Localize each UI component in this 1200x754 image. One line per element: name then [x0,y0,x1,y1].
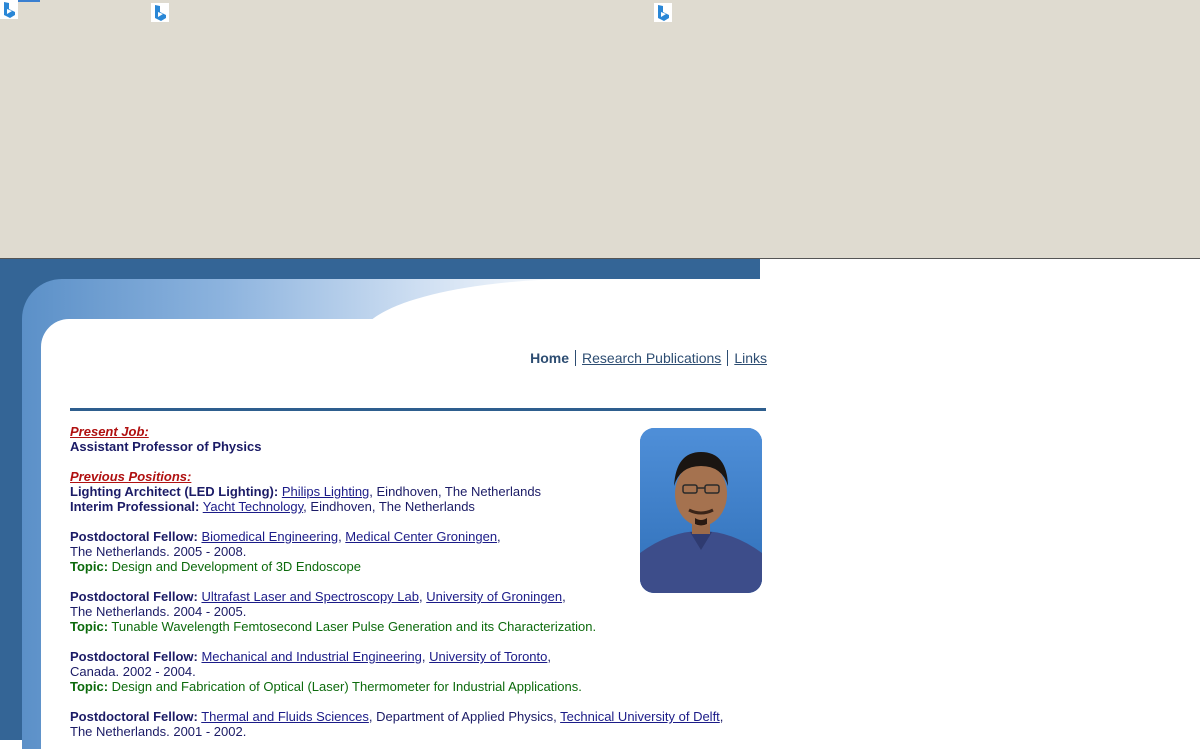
bing-icon[interactable] [151,3,169,22]
topic-text: Tunable Wavelength Femtosecond Laser Pul… [111,619,597,634]
lighting-location: , Eindhoven, The Netherlands [369,484,542,499]
nav-divider [727,350,729,366]
postdoc-location-dates: The Netherlands. 2001 - 2002. [70,724,247,739]
postdoc-comma: , [547,649,552,664]
postdoc-entry: Postdoctoral Fellow: Mechanical and Indu… [70,649,630,694]
cv-content: Present Job: Assistant Professor of Phys… [70,424,723,754]
bing-icon[interactable] [0,0,18,19]
yacht-technology-link[interactable]: Yacht Technology [203,499,303,514]
present-job-title: Assistant Professor of Physics [70,439,262,454]
postdoc-comma: , [562,589,566,604]
header-rule [70,408,766,411]
previous-positions: Previous Positions: Lighting Architect (… [70,469,630,514]
postdoc-entry: Postdoctoral Fellow: Biomedical Engineer… [70,529,630,574]
postdoc-dept-link[interactable]: Biomedical Engineering [201,529,338,544]
top-frame [0,0,1200,259]
postdoc-entry: Postdoctoral Fellow: Thermal and Fluids … [70,709,750,739]
postdoc-dept-link[interactable]: Thermal and Fluids Sciences [201,709,369,724]
postdoc-location-dates: Canada. 2002 - 2004. [70,664,196,679]
present-job-heading: Present Job: [70,424,149,439]
topic-label: Topic: [70,619,109,634]
blue-strip [18,0,40,2]
postdoc-institution-link[interactable]: University of Toronto [429,649,547,664]
postdoc-dept-link[interactable]: Ultrafast Laser and Spectroscopy Lab [201,589,419,604]
postdoc-institution-link[interactable]: University of Groningen [426,589,562,604]
previous-positions-heading: Previous Positions: [70,469,192,484]
lighting-role: Lighting Architect (LED Lighting): [70,484,279,499]
topic-label: Topic: [70,559,109,574]
postdoc-location-dates: The Netherlands. 2005 - 2008. [70,544,247,559]
profile-photo [640,428,762,593]
postdoc-comma: , [719,709,724,724]
nav-home[interactable]: Home [530,350,569,366]
bing-icon[interactable] [654,3,672,22]
postdoc-entry: Postdoctoral Fellow: Ultrafast Laser and… [70,589,630,634]
postdoc-location-dates: The Netherlands. 2004 - 2005. [70,604,247,619]
topic-text: Design and Development of 3D Endoscope [111,559,361,574]
postdoc-comma: , [497,529,501,544]
postdoc-role: Postdoctoral Fellow: [70,589,198,604]
postdoc-separator: , Department of Applied Physics, [368,709,561,724]
nav-links[interactable]: Links [734,350,767,366]
postdoc-institution-link[interactable]: Technical University of Delft [560,709,720,724]
postdoc-role: Postdoctoral Fellow: [70,649,198,664]
interim-role: Interim Professional: [70,499,200,514]
philips-lighting-link[interactable]: Philips Lighting [282,484,369,499]
postdoc-role: Postdoctoral Fellow: [70,709,198,724]
nav-divider [575,350,577,366]
postdoc-role: Postdoctoral Fellow: [70,529,198,544]
top-nav: Home Research Publications Links [530,350,767,366]
interim-location: , Eindhoven, The Netherlands [303,499,475,514]
topic-label: Topic: [70,679,109,694]
postdoc-institution-link[interactable]: Medical Center Groningen [345,529,497,544]
topic-text: Design and Fabrication of Optical (Laser… [111,679,582,694]
postdoc-dept-link[interactable]: Mechanical and Industrial Engineering [201,649,421,664]
present-job: Present Job: Assistant Professor of Phys… [70,424,630,454]
nav-research-publications[interactable]: Research Publications [582,350,721,366]
